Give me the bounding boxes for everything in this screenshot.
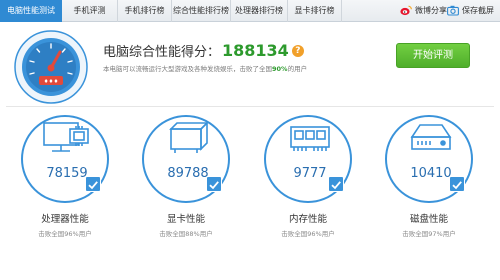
hard-disk-icon <box>410 124 452 150</box>
cpu-rank: 击败全国96%用户 <box>38 230 92 238</box>
memory-name: 内存性能 <box>288 214 327 225</box>
memory-card: 9777 内存性能 击败全国96%用户 <box>264 115 352 243</box>
memory-checkbox[interactable] <box>328 176 344 192</box>
svg-text:♦♦♦: ♦♦♦ <box>44 79 59 85</box>
gpu-checkbox[interactable] <box>206 176 222 192</box>
gpu-card: 89788 显卡性能 击败全国88%用户 <box>142 115 230 243</box>
tab-phone-ranking[interactable]: 手机排行榜 <box>118 0 172 22</box>
tab-overall-ranking[interactable]: 综合性能排行榜 <box>172 0 231 22</box>
disk-card: 10410 磁盘性能 击败全国97%用户 <box>385 115 473 243</box>
tab-phone-review[interactable]: 手机评测 <box>62 0 118 22</box>
disk-rank: 击败全国97%用户 <box>402 230 456 238</box>
check-icon <box>331 181 341 190</box>
disk-name: 磁盘性能 <box>409 214 448 225</box>
memory-rank: 击败全国96%用户 <box>281 230 335 238</box>
tab-pc-performance-test[interactable]: 电脑性能测试 <box>0 0 62 22</box>
save-screenshot-button[interactable]: 保存截屏 <box>447 0 499 22</box>
start-test-button[interactable]: 开始评测 <box>396 43 470 68</box>
disk-checkbox[interactable] <box>449 176 465 192</box>
overall-score: 电脑综合性能得分： 188134? <box>103 40 304 60</box>
weibo-share-label: 微博分享 <box>415 6 447 15</box>
tab-gpu-ranking[interactable]: 显卡排行榜 <box>288 0 342 22</box>
cpu-checkbox[interactable] <box>85 176 101 192</box>
divider <box>6 106 494 107</box>
score-value: 188134 <box>222 41 289 60</box>
save-screenshot-label: 保存截屏 <box>462 6 494 15</box>
gpu-rank: 击败全国88%用户 <box>159 230 213 238</box>
gpu-name: 显卡性能 <box>166 214 205 225</box>
desc-prefix: 本电脑可以流畅运行大型游戏及各种发烧娱乐，击败了全国 <box>103 65 272 73</box>
check-icon <box>209 181 219 190</box>
graphics-card-icon <box>169 121 209 153</box>
weibo-icon <box>400 5 412 16</box>
cpu-monitor-icon <box>43 122 89 152</box>
check-icon <box>452 181 462 190</box>
desc-suffix: 的用户 <box>287 65 308 73</box>
cpu-card: 78159 处理器性能 击败全国96%用户 <box>21 115 109 243</box>
score-description: 本电脑可以流畅运行大型游戏及各种发烧娱乐，击败了全国90%的用户 <box>103 63 307 73</box>
desc-percent: 90% <box>272 65 288 73</box>
cpu-name: 处理器性能 <box>41 214 89 225</box>
help-icon[interactable]: ? <box>291 44 304 57</box>
tab-cpu-ranking[interactable]: 处理器排行榜 <box>231 0 288 22</box>
weibo-share-button[interactable]: 微博分享 <box>400 0 450 22</box>
check-icon <box>88 181 98 190</box>
speedometer-icon: ♦♦♦ <box>14 30 88 104</box>
score-title: 电脑综合性能得分： <box>103 45 221 60</box>
camera-icon <box>447 5 459 16</box>
tab-bar: 电脑性能测试 手机评测 手机排行榜 综合性能排行榜 处理器排行榜 显卡排行榜 微… <box>0 0 500 22</box>
memory-icon <box>290 126 330 151</box>
